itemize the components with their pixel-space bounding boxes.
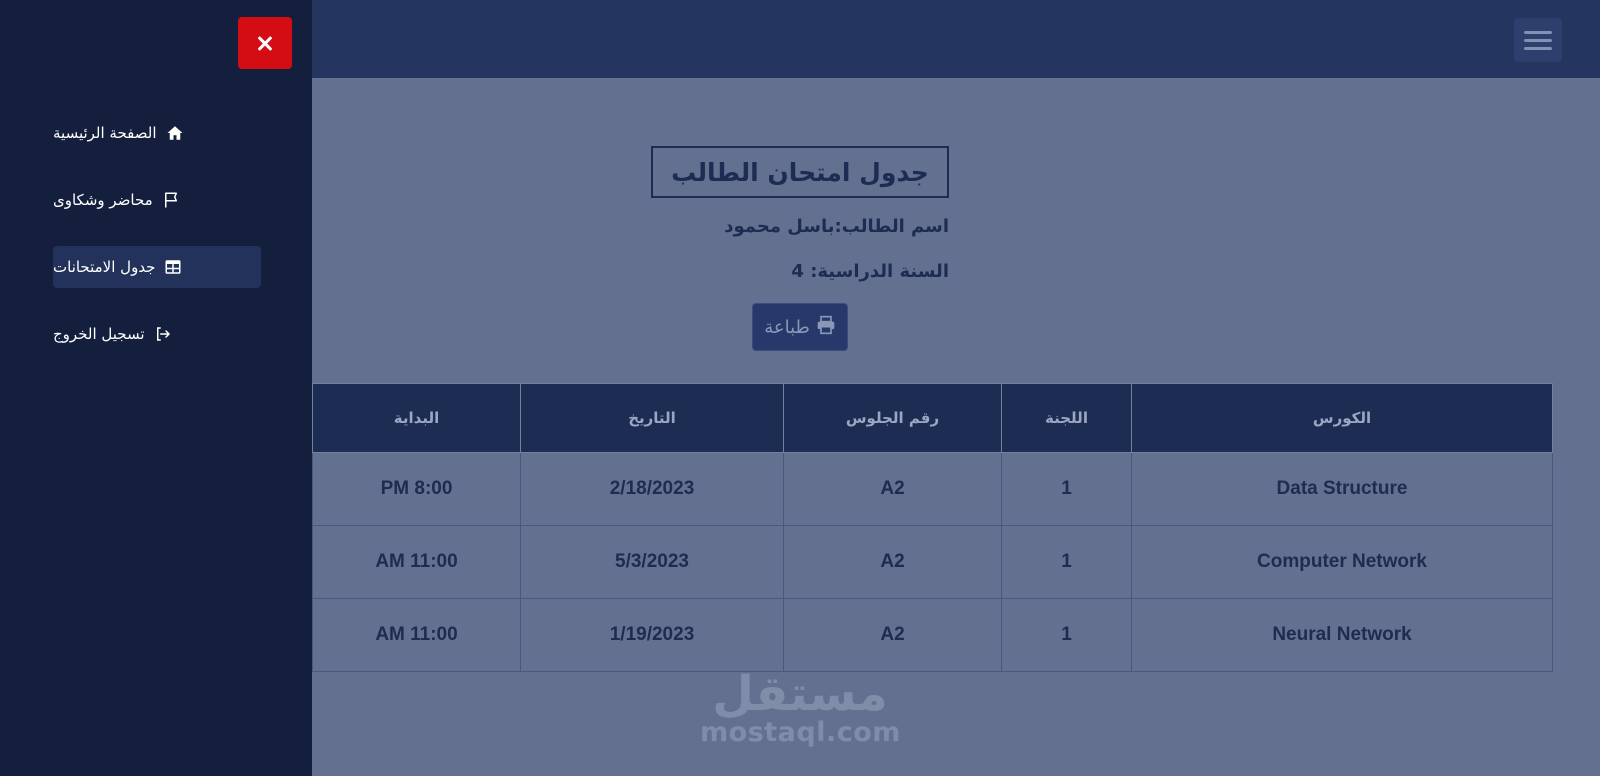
column-header-committee: اللجنة <box>1001 383 1132 453</box>
table-icon <box>163 257 183 277</box>
printer-icon <box>816 315 836 339</box>
print-button[interactable]: طباعة <box>752 303 848 351</box>
committee-cell: 1 <box>1001 598 1132 672</box>
sidebar-item-logout[interactable]: تسجيل الخروج <box>53 313 261 355</box>
logout-icon <box>153 324 173 344</box>
sidebar-item-home[interactable]: الصفحة الرئيسية <box>53 112 261 154</box>
date-cell: 2/18/2023 <box>520 452 784 526</box>
flag-icon <box>161 190 181 210</box>
hamburger-icon <box>1524 47 1552 50</box>
date-cell: 1/19/2023 <box>520 598 784 672</box>
course-cell: Computer Network <box>1131 525 1553 599</box>
column-header-course: الكورس <box>1131 383 1553 453</box>
sidebar-item-complaints[interactable]: محاضر وشكاوى <box>53 179 261 221</box>
sidebar-item-label: جدول الامتحانات <box>53 258 156 276</box>
column-header-date: التاريخ <box>520 383 784 453</box>
course-cell: Neural Network <box>1131 598 1553 672</box>
exam-table: الكورس اللجنة رقم الجلوس التاريخ البداية… <box>312 383 1553 672</box>
top-bar <box>312 0 1600 78</box>
print-label: طباعة <box>764 316 810 338</box>
table-header-row: الكورس اللجنة رقم الجلوس التاريخ البداية <box>312 383 1553 453</box>
committee-cell: 1 <box>1001 452 1132 526</box>
course-cell: Data Structure <box>1131 452 1553 526</box>
watermark: مستقل mostaql.com <box>700 670 900 748</box>
student-name: اسم الطالب:باسل محمود <box>724 216 949 237</box>
sidebar-item-label: محاضر وشكاوى <box>53 191 153 209</box>
seat-number-cell: A2 <box>783 525 1002 599</box>
start-time-cell: PM 8:00 <box>312 452 521 526</box>
academic-year: السنة الدراسية: 4 <box>791 261 949 282</box>
sidebar-item-label: الصفحة الرئيسية <box>53 124 157 142</box>
hamburger-icon <box>1524 31 1552 34</box>
sidebar: الصفحة الرئيسية محاضر وشكاوى جدول الامتح… <box>0 0 312 776</box>
table-row: Data Structure 1 A2 2/18/2023 PM 8:00 <box>312 452 1553 526</box>
seat-number-cell: A2 <box>783 598 1002 672</box>
watermark-arabic: مستقل <box>712 666 888 722</box>
start-time-cell: AM 11:00 <box>312 598 521 672</box>
seat-number-cell: A2 <box>783 452 1002 526</box>
column-header-start: البداية <box>312 383 521 453</box>
start-time-cell: AM 11:00 <box>312 525 521 599</box>
menu-toggle-button[interactable] <box>1514 18 1562 62</box>
sidebar-item-label: تسجيل الخروج <box>53 325 145 343</box>
committee-cell: 1 <box>1001 525 1132 599</box>
table-row: Computer Network 1 A2 5/3/2023 AM 11:00 <box>312 525 1553 599</box>
hamburger-icon <box>1524 39 1552 42</box>
column-header-seat-number: رقم الجلوس <box>783 383 1002 453</box>
page-title: جدول امتحان الطالب <box>651 146 949 198</box>
home-icon <box>165 123 185 143</box>
date-cell: 5/3/2023 <box>520 525 784 599</box>
close-sidebar-button[interactable] <box>238 17 292 69</box>
table-row: Neural Network 1 A2 1/19/2023 AM 11:00 <box>312 598 1553 672</box>
watermark-latin: mostaql.com <box>700 717 901 748</box>
sidebar-item-exams[interactable]: جدول الامتحانات <box>53 246 261 288</box>
